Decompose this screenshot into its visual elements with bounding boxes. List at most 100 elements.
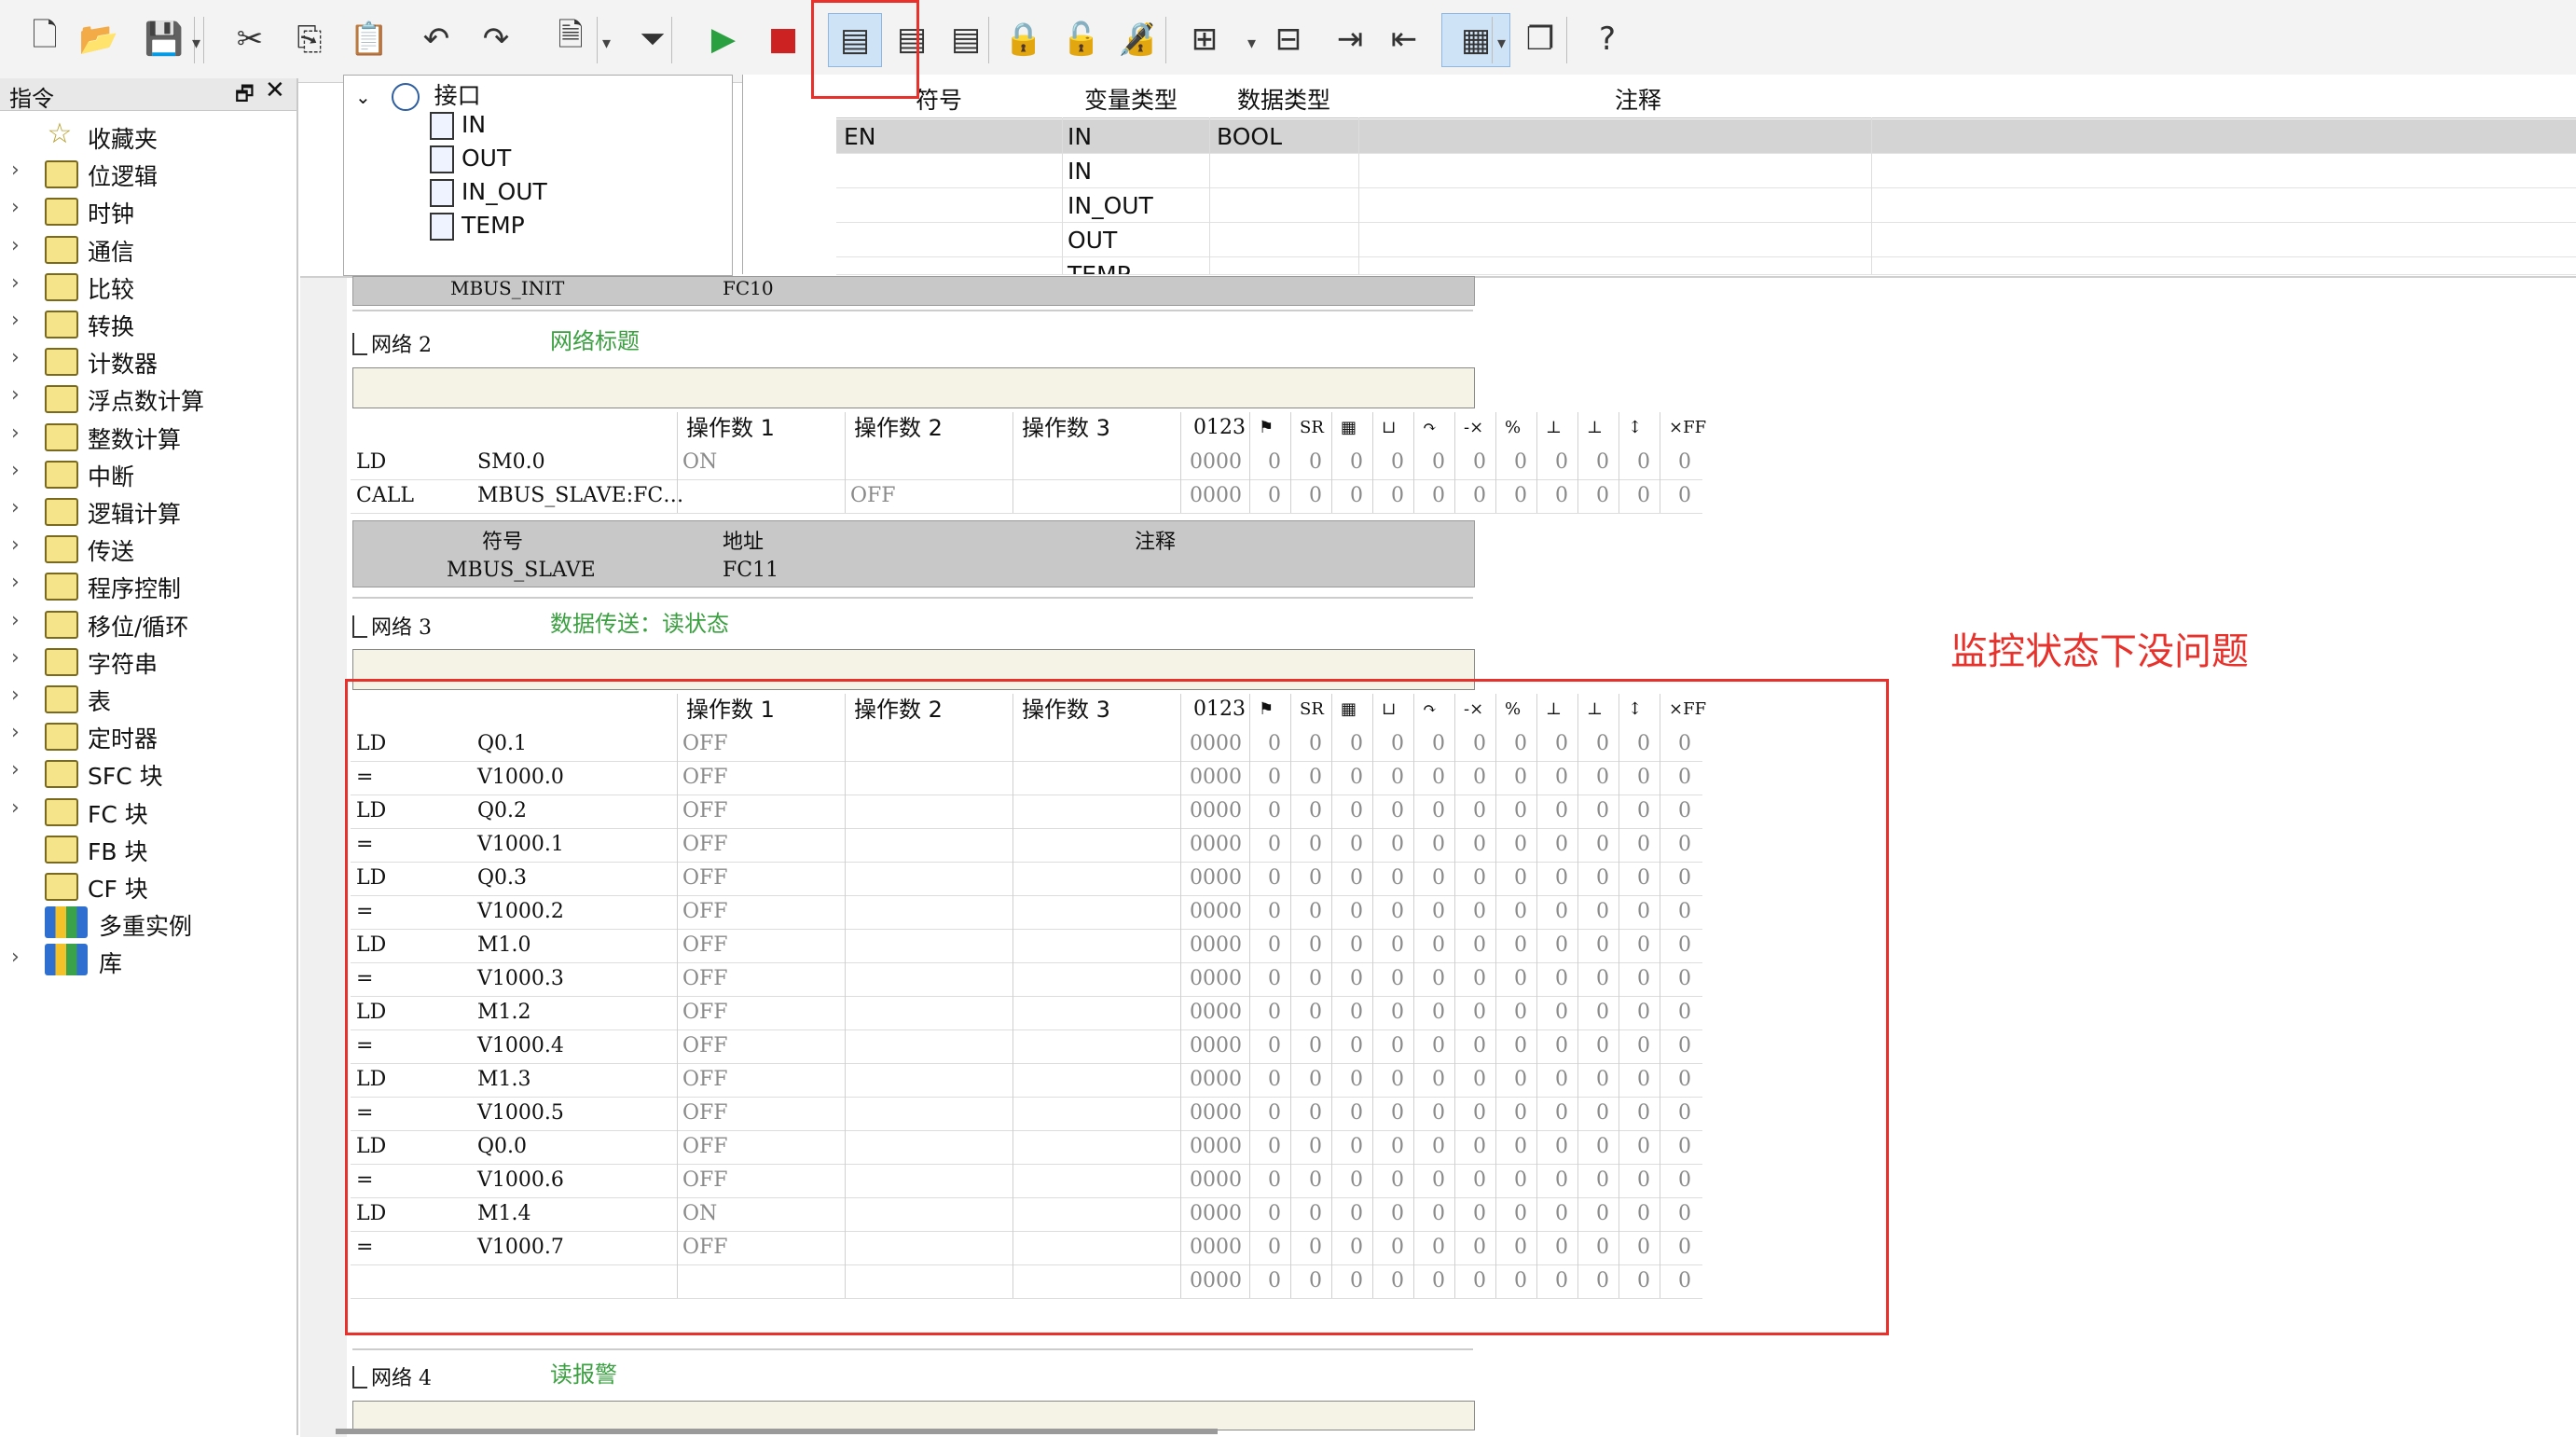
page-icon[interactable]: 🗎 xyxy=(544,13,597,65)
window-icon[interactable]: ❐ xyxy=(1514,13,1566,65)
tree-item[interactable]: › SFC 块 xyxy=(0,754,296,792)
tree-item[interactable]: 多重实例 xyxy=(0,905,296,942)
dropdown-arrow-icon[interactable]: ▾ xyxy=(192,34,200,53)
new-file-icon[interactable]: 🗋 xyxy=(19,13,71,65)
dropdown-arrow-icon[interactable]: ▾ xyxy=(1497,34,1506,53)
expand-chevron-icon[interactable]: › xyxy=(11,609,20,632)
open-folder-icon[interactable]: 📂 xyxy=(73,13,125,65)
interface-table-row[interactable]: EN IN BOOL xyxy=(836,119,2576,154)
expand-chevron-icon[interactable]: › xyxy=(11,646,20,670)
tree-item[interactable]: › 库 xyxy=(0,942,296,979)
interface-table-row[interactable]: IN_OUT xyxy=(836,188,2576,223)
expand-chevron-icon[interactable]: › xyxy=(11,234,20,257)
redo-icon[interactable]: ↷ xyxy=(470,13,522,65)
lock-icon[interactable]: 🔒 xyxy=(998,13,1050,65)
expand-chevron-icon[interactable]: › xyxy=(11,796,20,820)
unlock-icon[interactable]: 🔓 xyxy=(1055,13,1108,65)
save-icon[interactable]: 💾 xyxy=(138,13,190,65)
tree-item[interactable]: › 字符串 xyxy=(0,643,296,680)
folder-icon xyxy=(45,235,78,264)
outdent-icon[interactable]: ⇤ xyxy=(1378,13,1430,65)
expand-chevron-icon[interactable]: › xyxy=(11,571,20,594)
tree-item[interactable]: › 传送 xyxy=(0,530,296,567)
expand-chevron-icon[interactable]: › xyxy=(11,346,20,369)
col-header-comment[interactable]: 注释 xyxy=(1582,82,1694,116)
network-comment-box[interactable] xyxy=(352,367,1475,408)
cell-symbol[interactable]: EN xyxy=(844,123,876,150)
close-icon[interactable]: ✕ xyxy=(265,76,285,104)
tree-item[interactable]: FB 块 xyxy=(0,830,296,867)
network-comment-box[interactable] xyxy=(352,1401,1475,1430)
undo-icon[interactable]: ↶ xyxy=(410,13,462,65)
tree-item[interactable]: › 转换 xyxy=(0,305,296,342)
expand-chevron-icon[interactable]: › xyxy=(11,533,20,557)
col-header-data-type[interactable]: 数据类型 xyxy=(1209,82,1358,116)
interface-item[interactable]: TEMP xyxy=(430,212,525,243)
tree-item[interactable]: › 移位/循环 xyxy=(0,605,296,643)
tree-item[interactable]: › 位逻辑 xyxy=(0,155,296,192)
tree-item[interactable]: › 通信 xyxy=(0,230,296,268)
expand-chevron-icon[interactable]: › xyxy=(11,383,20,407)
delete-network-icon[interactable]: ⊟ xyxy=(1262,13,1315,65)
tree-item[interactable]: › 比较 xyxy=(0,268,296,305)
network-title[interactable]: 网络 3 xyxy=(352,611,432,641)
tree-item[interactable]: ☆ 收藏夹 xyxy=(0,117,296,155)
horizontal-scrollbar[interactable] xyxy=(336,1429,1218,1434)
expand-chevron-icon[interactable]: › xyxy=(11,496,20,519)
expand-chevron-icon[interactable]: › xyxy=(11,684,20,707)
tree-item[interactable]: › 时钟 xyxy=(0,192,296,229)
paste-icon[interactable]: 📋 xyxy=(343,13,395,65)
dropdown-arrow-icon[interactable]: ▾ xyxy=(1247,34,1256,53)
expand-chevron-icon[interactable]: › xyxy=(11,721,20,744)
copy-icon[interactable]: ⎘ xyxy=(283,13,336,65)
expand-chevron-icon[interactable]: › xyxy=(11,159,20,182)
interface-item[interactable]: IN xyxy=(430,111,486,143)
expand-chevron-icon[interactable]: › xyxy=(11,309,20,332)
tree-item[interactable]: › FC 块 xyxy=(0,793,296,830)
tree-item[interactable]: › 中断 xyxy=(0,455,296,492)
expand-chevron-icon[interactable]: › xyxy=(11,459,20,482)
interface-table-row[interactable]: TEMP xyxy=(836,257,2576,275)
cell-data-type[interactable]: BOOL xyxy=(1217,123,1282,150)
dropdown-arrow-icon[interactable]: ▾ xyxy=(602,34,611,53)
interface-item[interactable]: IN_OUT xyxy=(430,178,547,210)
network-comment[interactable]: 网络标题 xyxy=(550,323,640,355)
tree-item[interactable]: › 计数器 xyxy=(0,342,296,380)
expand-chevron-icon[interactable]: › xyxy=(11,271,20,295)
tree-item[interactable]: › 整数计算 xyxy=(0,418,296,455)
expand-chevron-icon[interactable]: › xyxy=(11,946,20,969)
tree-item[interactable]: › 浮点数计算 xyxy=(0,380,296,417)
collapse-chevron-icon[interactable]: ⌄ xyxy=(355,86,371,108)
tree-item[interactable]: › 表 xyxy=(0,680,296,717)
network-title[interactable]: 网络 4 xyxy=(352,1361,432,1391)
table-row[interactable]: CALL MBUS_SLAVE:FC… OFF 0000 0 0 0 0 0 0 0 0 0 0 0 xyxy=(351,479,1702,514)
interface-item[interactable]: OUT xyxy=(430,145,511,176)
tree-item[interactable]: › 逻辑计算 xyxy=(0,492,296,530)
expand-chevron-icon[interactable]: › xyxy=(11,421,20,445)
network-comment[interactable]: 数据传送：读状态 xyxy=(550,605,729,638)
expand-chevron-icon[interactable]: › xyxy=(11,758,20,781)
indent-icon[interactable]: ⇥ xyxy=(1324,13,1376,65)
tree-item[interactable]: › 定时器 xyxy=(0,717,296,754)
stop-icon[interactable]: ■ xyxy=(757,13,809,65)
network-comment[interactable]: 读报警 xyxy=(550,1356,617,1389)
network-title[interactable]: 网络 2 xyxy=(352,328,432,358)
table-row[interactable]: LD SM0.0 ON 0000 0 0 0 0 0 0 0 0 0 0 0 xyxy=(351,446,1702,480)
trend-status-icon[interactable]: ▤ xyxy=(940,13,992,65)
help-icon[interactable]: ? xyxy=(1581,13,1633,65)
interface-table-row[interactable]: OUT xyxy=(836,223,2576,257)
cut-icon[interactable]: ✂ xyxy=(224,13,276,65)
cell-flag: 0 xyxy=(1514,450,1527,474)
expand-chevron-icon[interactable]: › xyxy=(11,196,20,219)
highlight-box-network3 xyxy=(345,679,1889,1335)
col-header-var-type[interactable]: 变量类型 xyxy=(1056,82,1205,116)
grid-line xyxy=(1012,412,1013,513)
float-icon[interactable]: 🗗 xyxy=(235,78,255,114)
interface-root[interactable]: ⌄ 接口 xyxy=(355,77,481,111)
tree-item[interactable]: › 程序控制 xyxy=(0,567,296,604)
force-icon[interactable]: 🔏 xyxy=(1111,13,1164,65)
interface-table-row[interactable]: IN xyxy=(836,154,2576,188)
insert-network-icon[interactable]: ⊞ xyxy=(1178,13,1231,65)
tree-item[interactable]: CF 块 xyxy=(0,867,296,905)
run-icon[interactable]: ▶ xyxy=(697,13,750,65)
